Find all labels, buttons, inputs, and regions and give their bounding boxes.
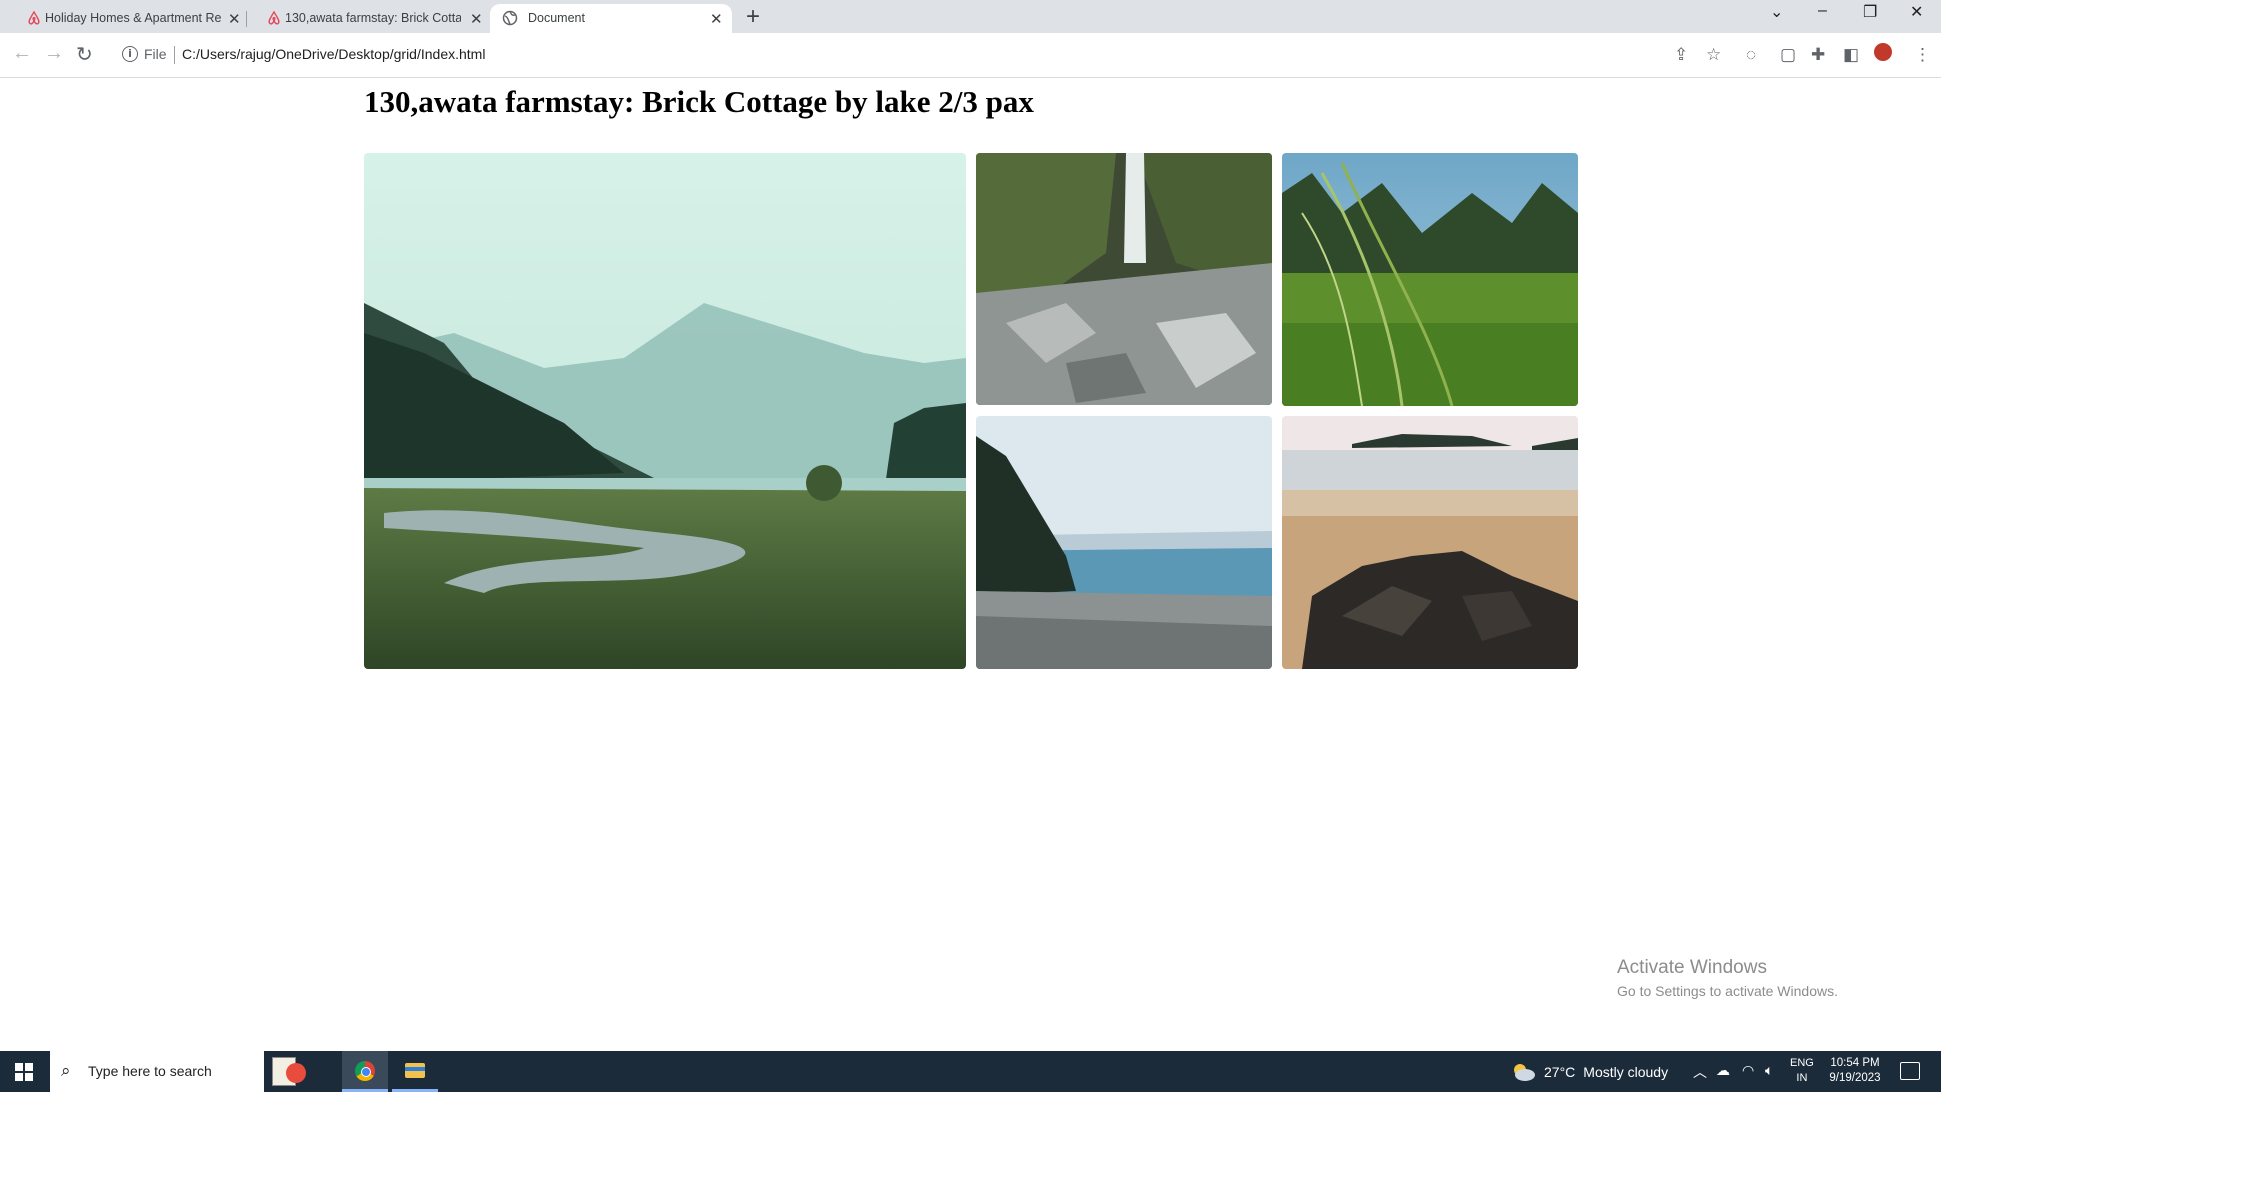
- back-button[interactable]: ←: [12, 42, 32, 65]
- watermark-title: Activate Windows: [1617, 957, 1767, 978]
- pebble-beach-image: [976, 416, 1272, 669]
- new-tab-button[interactable]: +: [746, 3, 760, 31]
- airbnb-icon: [28, 10, 40, 25]
- taskbar-notes-app-icon[interactable]: [266, 1051, 312, 1092]
- tab-title: Document: [528, 11, 585, 25]
- activate-windows-watermark: Activate Windows Go to Settings to activ…: [1617, 957, 1838, 999]
- minimize-button[interactable]: –: [1818, 2, 1827, 20]
- weather-widget[interactable]: 27°C Mostly cloudy: [1510, 1062, 1668, 1082]
- airbnb-icon: [268, 10, 280, 25]
- tray-app-icon[interactable]: ☁: [1716, 1062, 1730, 1079]
- taskbar: ⌕ Type here to search 27°C Mostly cloudy…: [0, 1051, 1941, 1092]
- extensions-puzzle-icon[interactable]: ✚: [1811, 45, 1825, 65]
- page-content: 130,awata farmstay: Brick Cottage by lak…: [0, 78, 1941, 1051]
- info-icon[interactable]: i: [122, 46, 138, 62]
- side-panel-icon[interactable]: ◧: [1843, 45, 1859, 65]
- reload-button[interactable]: ↻: [76, 42, 93, 67]
- share-icon[interactable]: ⇪: [1674, 45, 1688, 65]
- screen: Holiday Homes & Apartment Re ✕ 130,awata…: [0, 0, 1941, 1092]
- tab-farmstay[interactable]: 130,awata farmstay: Brick Cottag ✕: [248, 4, 484, 33]
- weather-description: Mostly cloudy: [1583, 1064, 1669, 1080]
- lake-valley-image: [364, 153, 966, 669]
- waterfall-image: [976, 153, 1272, 405]
- tab-title: 130,awata farmstay: Brick Cottag: [285, 11, 461, 25]
- sandy-beach-image: [1282, 416, 1578, 669]
- weather-temperature: 27°C: [1544, 1064, 1576, 1080]
- address-scheme: File: [144, 46, 167, 62]
- taskbar-file-explorer-icon[interactable]: [392, 1051, 438, 1092]
- gallery-photo-pebble-beach: [976, 416, 1272, 669]
- clock-date: 9/19/2023: [1829, 1072, 1881, 1084]
- search-placeholder: Type here to search: [88, 1063, 212, 1079]
- address-url[interactable]: C:/Users/rajug/OneDrive/Desktop/grid/Ind…: [182, 46, 485, 62]
- close-tab-icon[interactable]: ✕: [470, 10, 483, 28]
- bookmark-star-icon[interactable]: ☆: [1706, 45, 1721, 65]
- close-tab-icon[interactable]: ✕: [710, 10, 723, 28]
- gallery-photo-lake-valley: [364, 153, 966, 669]
- forward-button[interactable]: →: [44, 42, 64, 65]
- taskbar-chrome-icon[interactable]: [342, 1051, 388, 1092]
- gallery-photo-waterfall: [976, 153, 1272, 405]
- notification-center-icon[interactable]: [1900, 1062, 1920, 1080]
- search-icon: ⌕: [61, 1061, 71, 1080]
- extension-circle-icon[interactable]: ◌: [1746, 45, 1756, 65]
- language-code: ENG: [1790, 1057, 1814, 1069]
- windows-start-icon[interactable]: [15, 1063, 33, 1081]
- cloudy-weather-icon: [1514, 1064, 1535, 1081]
- taskbar-clock[interactable]: 10:54 PM 9/19/2023: [1820, 1056, 1890, 1086]
- tab-strip: Holiday Homes & Apartment Re ✕ 130,awata…: [0, 0, 1941, 33]
- clock-time: 10:54 PM: [1830, 1057, 1880, 1069]
- close-window-button[interactable]: ✕: [1910, 2, 1923, 22]
- address-bar[interactable]: i File C:/Users/rajug/OneDrive/Desktop/g…: [114, 37, 1674, 73]
- tab-document[interactable]: Document ✕: [490, 4, 732, 33]
- taskbar-search-box[interactable]: ⌕ Type here to search: [50, 1051, 264, 1092]
- extension-square-icon[interactable]: ▢: [1780, 45, 1796, 65]
- gallery-photo-grass: [1282, 153, 1578, 406]
- page-title: 130,awata farmstay: Brick Cottage by lak…: [364, 84, 1034, 119]
- tab-holiday-homes[interactable]: Holiday Homes & Apartment Re ✕: [8, 4, 244, 33]
- menu-kebab-icon[interactable]: ⋮: [1914, 45, 1931, 65]
- volume-icon[interactable]: 🔈︎: [1765, 1062, 1773, 1079]
- language-region: IN: [1796, 1072, 1808, 1084]
- close-tab-icon[interactable]: ✕: [228, 10, 241, 28]
- restore-button[interactable]: ❐: [1863, 2, 1877, 22]
- tab-title: Holiday Homes & Apartment Re: [45, 11, 221, 25]
- globe-icon: [502, 10, 518, 26]
- tab-separator: [246, 11, 247, 27]
- watermark-subtitle: Go to Settings to activate Windows.: [1617, 983, 1838, 999]
- gallery-photo-sandy-beach: [1282, 416, 1578, 669]
- address-divider: [174, 46, 175, 64]
- tab-search-icon[interactable]: ⌄: [1770, 2, 1783, 22]
- profile-avatar[interactable]: [1874, 43, 1892, 61]
- tray-overflow-chevron-icon[interactable]: ︿: [1693, 1062, 1707, 1082]
- language-indicator[interactable]: ENG IN: [1790, 1056, 1814, 1086]
- browser-toolbar: ← → ↻ i File C:/Users/rajug/OneDrive/Des…: [0, 33, 1941, 78]
- network-icon[interactable]: ◠: [1742, 1062, 1754, 1079]
- grass-image: [1282, 153, 1578, 406]
